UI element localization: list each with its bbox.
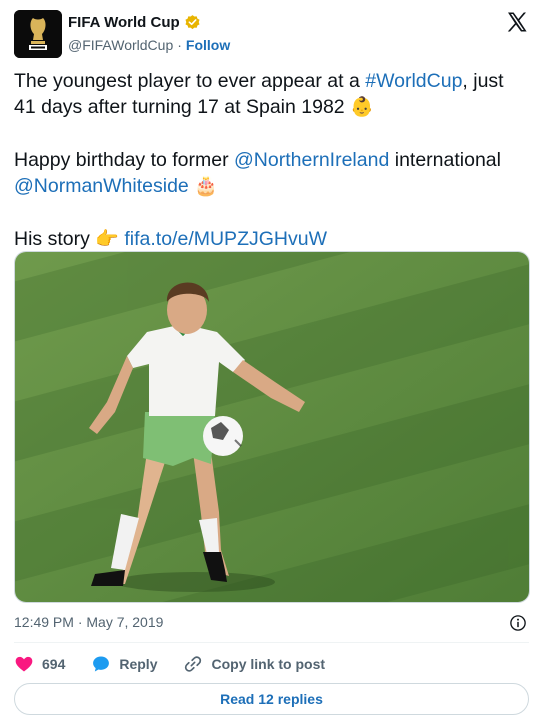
pointing-finger-emoji: 👉 [95, 229, 119, 250]
handle-row: @FIFAWorldCup · Follow [68, 37, 230, 53]
tweet-header: FIFA World Cup @FIFAWorldCup · Follow [14, 10, 529, 58]
like-button[interactable]: 694 [14, 654, 65, 674]
x-logo-icon[interactable] [505, 10, 529, 34]
baby-emoji: 👶 [350, 97, 374, 118]
copy-link-label: Copy link to post [211, 656, 326, 672]
read-replies-label: Read 12 replies [220, 691, 323, 707]
action-bar: 694 Reply Copy link to post [14, 652, 529, 676]
timestamp[interactable]: 12:49 PM · May 7, 2019 [14, 614, 163, 630]
reply-button[interactable]: Reply [91, 654, 157, 674]
text-segment: The youngest player to ever appear at a [14, 70, 366, 92]
display-name[interactable]: FIFA World Cup [68, 14, 180, 31]
reply-bubble-icon [93, 656, 110, 672]
like-count: 694 [42, 656, 66, 672]
text-segment: Happy birthday to former [14, 149, 235, 171]
separator-dot: · [177, 37, 182, 53]
mention-northernireland-link[interactable]: @NorthernIreland [234, 149, 389, 171]
story-link[interactable]: fifa.to/e/MUPZJGHvuW [124, 228, 327, 250]
text-segment: international [389, 149, 501, 171]
tweet-paragraph-1: The youngest player to ever appear at a … [14, 68, 529, 121]
mention-normanwhiteside-link[interactable]: @NormanWhiteside [14, 175, 189, 197]
verified-badge-icon [185, 15, 200, 30]
timestamp-row: 12:49 PM · May 7, 2019 [14, 614, 529, 634]
hashtag-worldcup-link[interactable]: #WorldCup [365, 70, 462, 92]
read-replies-button[interactable]: Read 12 replies [14, 683, 529, 715]
divider [14, 642, 529, 643]
tweet-paragraph-3: His story 👉 fifa.to/e/MUPZJGHvuW [14, 226, 529, 253]
copy-link-button[interactable]: Copy link to post [183, 654, 325, 674]
tweet-text: The youngest player to ever appear at a … [14, 68, 529, 253]
football-player-photo [15, 252, 529, 602]
heart-icon [15, 656, 33, 672]
author-handle[interactable]: @FIFAWorldCup [68, 37, 173, 53]
fifa-world-cup-avatar[interactable] [14, 10, 62, 58]
info-icon[interactable] [509, 614, 527, 632]
follow-button[interactable]: Follow [186, 37, 230, 53]
fifa-world-cup-logo [14, 10, 62, 58]
reply-label: Reply [119, 656, 158, 672]
birthday-cake-emoji: 🎂 [194, 176, 218, 197]
tweet-paragraph-2: Happy birthday to former @NorthernIrelan… [14, 147, 529, 200]
name-row: FIFA World Cup [68, 14, 201, 31]
link-icon [185, 656, 202, 672]
text-segment: His story [14, 228, 96, 250]
tweet-photo[interactable] [14, 251, 530, 603]
